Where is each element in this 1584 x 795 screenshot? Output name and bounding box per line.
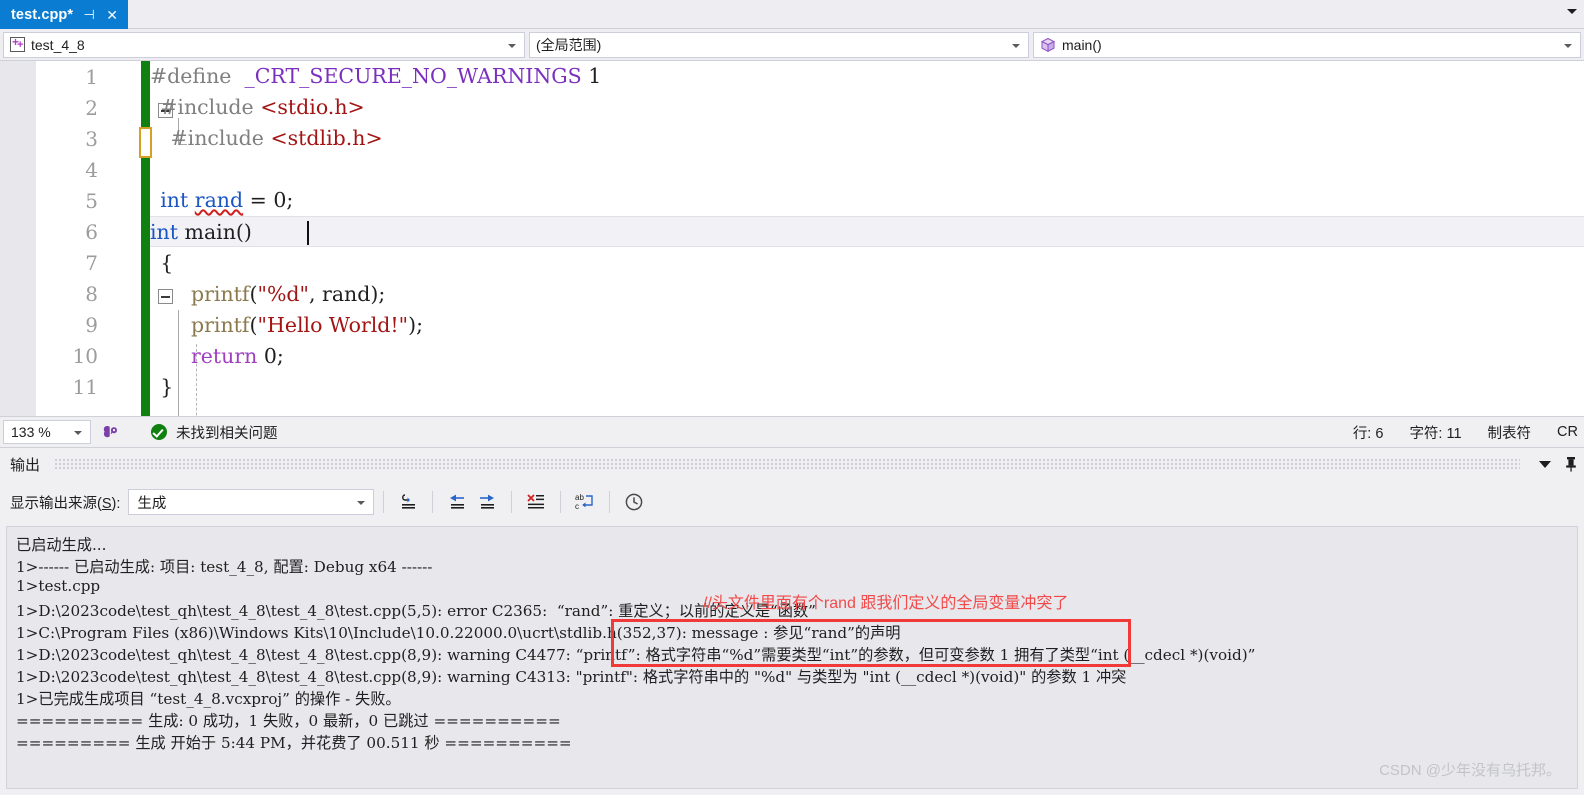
code-line-5: _int rand = 0; bbox=[160, 188, 294, 212]
log-line-summary: ========== 生成: 0 成功，1 失败，0 最新，0 已跳过 ====… bbox=[16, 712, 561, 730]
code-text-area[interactable]: #define _CRT_SECURE_NO_WARNINGS 1 _#incl… bbox=[150, 61, 1584, 416]
toolbar-separator bbox=[609, 491, 611, 513]
chevron-down-icon[interactable] bbox=[357, 501, 366, 505]
line-number: 1 bbox=[85, 65, 98, 89]
line-number: 5 bbox=[85, 189, 98, 213]
intellisense-icon[interactable] bbox=[101, 422, 121, 442]
chevron-down-icon[interactable] bbox=[1012, 43, 1020, 48]
line-number: 8 bbox=[85, 282, 98, 306]
check-circle-icon bbox=[151, 424, 167, 440]
line-number: 2 bbox=[85, 96, 98, 120]
tab-test-cpp[interactable]: test.cpp* ⊣ ✕ bbox=[0, 0, 129, 29]
output-log-area[interactable]: 已启动生成... 1>------ 已启动生成: 项目: test_4_8, 配… bbox=[6, 526, 1578, 789]
scope-dropdown-label: (全局范围) bbox=[536, 36, 602, 53]
panel-drag-grip[interactable] bbox=[54, 458, 1520, 470]
panel-menu-button[interactable] bbox=[1532, 453, 1558, 475]
output-source-label: 显示输出来源(S): bbox=[10, 495, 121, 512]
jump-to-line-icon[interactable] bbox=[393, 489, 423, 515]
member-dropdown[interactable]: main() bbox=[1033, 31, 1581, 58]
code-line-2: _#include <stdio.h> bbox=[160, 95, 365, 119]
svg-text:c: c bbox=[575, 502, 579, 511]
line-number: 7 bbox=[85, 251, 98, 275]
visual-studio-window: test.cpp* ⊣ ✕ test_4_8 (全局范围) main() bbox=[0, 0, 1584, 795]
line-number: 6 bbox=[85, 220, 98, 244]
navigate-back-icon[interactable] bbox=[442, 489, 472, 515]
zoom-level-value: 133 % bbox=[11, 424, 51, 440]
chevron-down-icon[interactable] bbox=[74, 431, 82, 435]
show-history-icon[interactable] bbox=[619, 489, 649, 515]
caret-line-indicator[interactable]: 行: 6 bbox=[1353, 422, 1384, 443]
output-source-dropdown[interactable]: 生成 bbox=[128, 489, 375, 515]
member-dropdown-label: main() bbox=[1062, 36, 1102, 53]
method-cube-icon bbox=[1040, 37, 1056, 53]
code-line-11: _} bbox=[160, 375, 174, 399]
change-indicator-bar bbox=[141, 61, 150, 416]
toolbar-separator bbox=[383, 491, 385, 513]
code-line-1: #define _CRT_SECURE_NO_WARNINGS 1 bbox=[150, 64, 602, 88]
toolbar-separator bbox=[560, 491, 562, 513]
log-line: 1>test.cpp bbox=[16, 577, 101, 595]
line-ending-indicator[interactable]: CR bbox=[1557, 424, 1578, 440]
indentation-mode-indicator[interactable]: 制表符 bbox=[1488, 422, 1532, 443]
text-caret bbox=[307, 221, 309, 245]
line-number: 10 bbox=[72, 344, 98, 368]
pin-icon[interactable]: ⊣ bbox=[82, 8, 96, 21]
line-number: 3 bbox=[85, 127, 98, 151]
project-dropdown[interactable]: test_4_8 bbox=[3, 31, 525, 58]
clear-all-icon[interactable] bbox=[521, 489, 551, 515]
output-panel-toolbar: 显示输出来源(S): 生成 ab c bbox=[0, 480, 1584, 524]
output-panel-title: 输出 bbox=[10, 456, 41, 474]
line-number: 9 bbox=[85, 313, 98, 337]
svg-text:ab: ab bbox=[575, 493, 584, 502]
toolbar-separator bbox=[511, 491, 513, 513]
code-line-8: ____printf("%d", rand); bbox=[191, 282, 386, 306]
tab-title: test.cpp* bbox=[11, 6, 74, 23]
line-number: 4 bbox=[85, 158, 98, 182]
intellisense-health-text: 未找到相关问题 bbox=[176, 425, 278, 442]
code-line-6: int main() bbox=[150, 216, 1584, 247]
document-tab-strip: test.cpp* ⊣ ✕ bbox=[0, 0, 1584, 29]
code-editor[interactable]: 1 2 3 4 5 6 7 8 9 10 11 #define _CRT_SEC… bbox=[0, 61, 1584, 416]
editor-margin bbox=[0, 61, 36, 416]
chevron-down-icon[interactable] bbox=[508, 43, 516, 48]
output-tool-window: 输出 显示输出来源(S): 生成 ab c 已启动生成... 1>------ … bbox=[0, 448, 1584, 795]
annotation-highlight-box bbox=[611, 619, 1131, 667]
navigate-forward-icon[interactable] bbox=[472, 489, 502, 515]
code-line-10: ____return 0; bbox=[191, 344, 284, 368]
chevron-down-icon[interactable] bbox=[1539, 460, 1551, 468]
code-line-3: __#include <stdlib.h> bbox=[170, 126, 383, 150]
toolbar-separator bbox=[432, 491, 434, 513]
caret-column-indicator[interactable]: 字符: 11 bbox=[1409, 422, 1461, 443]
close-icon[interactable]: ✕ bbox=[105, 8, 119, 22]
pin-icon bbox=[1566, 457, 1576, 472]
project-dropdown-label: test_4_8 bbox=[31, 36, 85, 53]
chevron-down-icon[interactable] bbox=[1567, 9, 1577, 14]
watermark: CSDN @少年没有乌托邦。 bbox=[1379, 762, 1561, 779]
line-number-column: 1 2 3 4 5 6 7 8 9 10 11 bbox=[36, 61, 106, 416]
code-line-9: ____printf("Hello World!"); bbox=[191, 313, 423, 337]
log-line-summary: ========= 生成 开始于 5:44 PM，并花费了 00.511 秒 =… bbox=[16, 734, 572, 752]
log-line: 已启动生成... bbox=[16, 536, 107, 554]
log-line-error[interactable]: 1>D:\2023code\test_qh\test_4_8\test_4_8\… bbox=[16, 599, 816, 621]
navigation-bar: test_4_8 (全局范围) main() bbox=[0, 29, 1584, 61]
zoom-level-dropdown[interactable]: 133 % bbox=[3, 420, 91, 444]
log-line: 1>------ 已启动生成: 项目: test_4_8, 配置: Debug … bbox=[16, 558, 433, 576]
log-line-warning[interactable]: 1>D:\2023code\test_qh\test_4_8\test_4_8\… bbox=[16, 665, 1126, 687]
editor-status-bar: 133 % 未找到相关问题 行: 6 字符: 11 制表符 CR bbox=[0, 416, 1584, 448]
panel-pin-button[interactable] bbox=[1558, 453, 1584, 475]
scope-dropdown[interactable]: (全局范围) bbox=[529, 31, 1029, 58]
annotation-note: //头文件里面有个rand 跟我们定义的全局变量冲突了 bbox=[703, 595, 1069, 612]
line-number: 11 bbox=[72, 375, 98, 399]
code-line-7: _{ bbox=[160, 251, 174, 275]
log-line: 1>已完成生成项目 “test_4_8.vcxproj” 的操作 - 失败。 bbox=[16, 690, 401, 708]
status-bar-right: 行: 6 字符: 11 制表符 CR bbox=[1353, 422, 1584, 443]
output-panel-header: 输出 bbox=[0, 448, 1584, 480]
project-icon bbox=[10, 35, 25, 52]
output-source-value: 生成 bbox=[137, 495, 167, 512]
toggle-word-wrap-icon[interactable]: ab c bbox=[570, 489, 600, 515]
chevron-down-icon[interactable] bbox=[1564, 43, 1572, 48]
